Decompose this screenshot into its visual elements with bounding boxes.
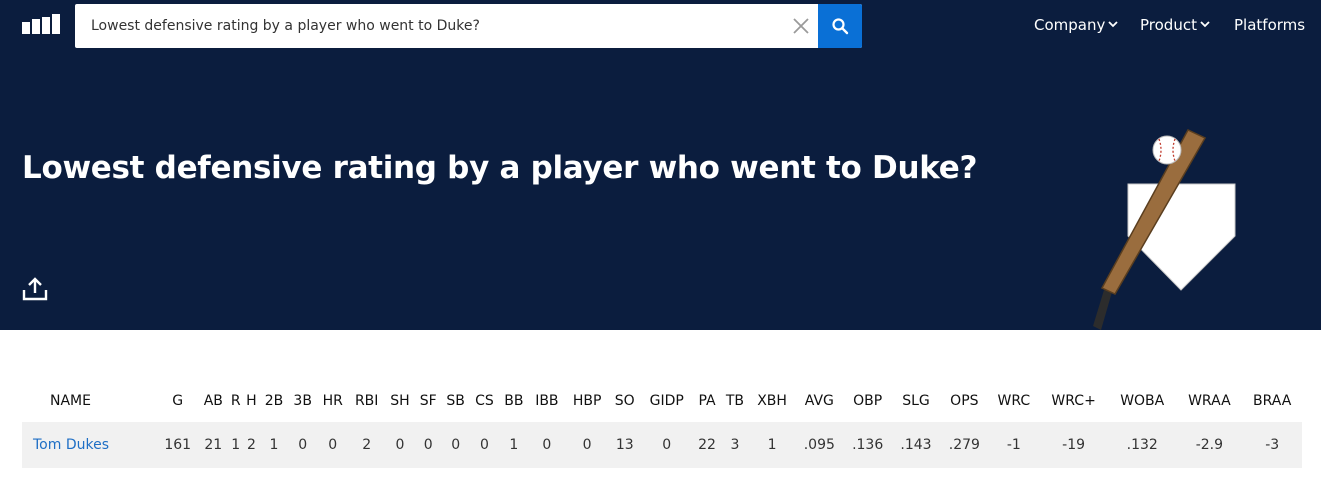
table-row: Tom Dukes 161 21 1 2 1 0 0 2 0 0 0 0 1 0 0 13 0 22 3 1.095.1…	[22, 422, 1302, 468]
column-header-braa[interactable]: BRAA	[1242, 380, 1302, 422]
table-cell: 0	[298, 437, 308, 453]
search-input[interactable]	[75, 4, 805, 48]
stats-table-container: NAME G AB R H 2B 3B HR RBI SH SF SB CS BB IBB HBP SO GIDP…	[22, 380, 1302, 468]
table-cell: 0	[451, 437, 461, 453]
table-cell: 0	[542, 437, 552, 453]
share-icon[interactable]	[22, 276, 48, 302]
column-header-pa[interactable]: PA	[693, 380, 721, 422]
table-cell: 0	[328, 437, 338, 453]
column-header-slg[interactable]: SLG	[892, 380, 940, 422]
column-header-gidp[interactable]: GIDP	[640, 380, 693, 422]
logo-icon[interactable]	[22, 14, 60, 34]
table-cell: 3	[730, 437, 740, 453]
table-cell: 22	[698, 437, 716, 453]
column-header-sb[interactable]: SB	[441, 380, 470, 422]
column-header-hbp[interactable]: HBP	[565, 380, 609, 422]
column-header-wrcplus[interactable]: WRC+	[1039, 380, 1108, 422]
clear-icon[interactable]	[789, 14, 813, 38]
table-cell: 1	[269, 437, 279, 453]
stats-table: NAME G AB R H 2B 3B HR RBI SH SF SB CS BB IBB HBP SO GIDP…	[22, 380, 1302, 468]
column-header-sh[interactable]: SH	[385, 380, 415, 422]
column-header-cs[interactable]: CS	[470, 380, 499, 422]
column-header-wraa[interactable]: WRAA	[1176, 380, 1242, 422]
nav-product[interactable]: Product	[1140, 16, 1210, 36]
column-header-h[interactable]: H	[243, 380, 259, 422]
column-header-woba[interactable]: WOBA	[1108, 380, 1176, 422]
table-cell: 2	[246, 437, 256, 453]
column-header-tb[interactable]: TB	[721, 380, 749, 422]
table-cell: -19	[1062, 437, 1086, 453]
table-cell: 0	[423, 437, 433, 453]
table-cell: 1	[231, 437, 241, 453]
column-header-xbh[interactable]: XBH	[749, 380, 795, 422]
table-cell: 2	[362, 437, 372, 453]
column-header-g[interactable]: G	[157, 380, 198, 422]
table-cell: 0	[662, 437, 672, 453]
table-cell: -3	[1265, 437, 1280, 453]
column-header-ibb[interactable]: IBB	[529, 380, 565, 422]
table-cell: 1	[767, 437, 777, 453]
table-cell: 1	[509, 437, 519, 453]
chevron-down-icon	[1200, 21, 1210, 28]
table-cell: 13	[615, 437, 634, 453]
table-cell: 161	[164, 437, 192, 453]
player-link[interactable]: Tom Dukes	[33, 437, 109, 453]
table-cell: .143	[900, 437, 932, 453]
column-header-2b[interactable]: 2B	[260, 380, 289, 422]
player-name-cell: Tom Dukes	[22, 422, 157, 468]
hero-banner: Company Product Platforms Lowest defensi…	[0, 0, 1321, 330]
page-title: Lowest defensive rating by a player who …	[22, 150, 978, 186]
nav-platforms-label: Platforms	[1234, 16, 1306, 34]
table-cell: .132	[1126, 437, 1158, 453]
table-header-row: NAME G AB R H 2B 3B HR RBI SH SF SB CS BB IBB HBP SO GIDP…	[22, 380, 1302, 422]
column-header-rbi[interactable]: RBI	[348, 380, 384, 422]
column-header-name[interactable]: NAME	[22, 380, 157, 422]
search-bar	[75, 4, 862, 48]
column-header-so[interactable]: SO	[609, 380, 640, 422]
search-button[interactable]	[818, 4, 862, 48]
column-header-hr[interactable]: HR	[317, 380, 348, 422]
search-icon	[832, 18, 849, 35]
column-header-ab[interactable]: AB	[198, 380, 228, 422]
nav-company[interactable]: Company	[1034, 16, 1119, 36]
column-header-3b[interactable]: 3B	[288, 380, 317, 422]
table-cell: -1	[1006, 437, 1021, 453]
table-cell: 0	[395, 437, 405, 453]
column-header-wrc[interactable]: WRC	[989, 380, 1040, 422]
table-cell: 0	[582, 437, 592, 453]
table-cell: 21	[204, 437, 223, 453]
column-header-ops[interactable]: OPS	[940, 380, 988, 422]
nav-company-label: Company	[1034, 16, 1106, 34]
table-cell: .095	[803, 437, 835, 453]
column-header-avg[interactable]: AVG	[795, 380, 843, 422]
table-cell: .279	[948, 437, 980, 453]
column-header-sf[interactable]: SF	[415, 380, 441, 422]
column-header-obp[interactable]: OBP	[844, 380, 892, 422]
table-cell: -2.9	[1195, 437, 1224, 453]
chevron-down-icon	[1108, 21, 1119, 28]
column-header-r[interactable]: R	[228, 380, 243, 422]
nav-product-label: Product	[1140, 16, 1197, 34]
baseball-bat-illustration	[1093, 129, 1236, 330]
nav-platforms[interactable]: Platforms	[1234, 16, 1305, 36]
table-cell: .136	[852, 437, 884, 453]
column-header-bb[interactable]: BB	[499, 380, 529, 422]
table-cell: 0	[480, 437, 489, 453]
